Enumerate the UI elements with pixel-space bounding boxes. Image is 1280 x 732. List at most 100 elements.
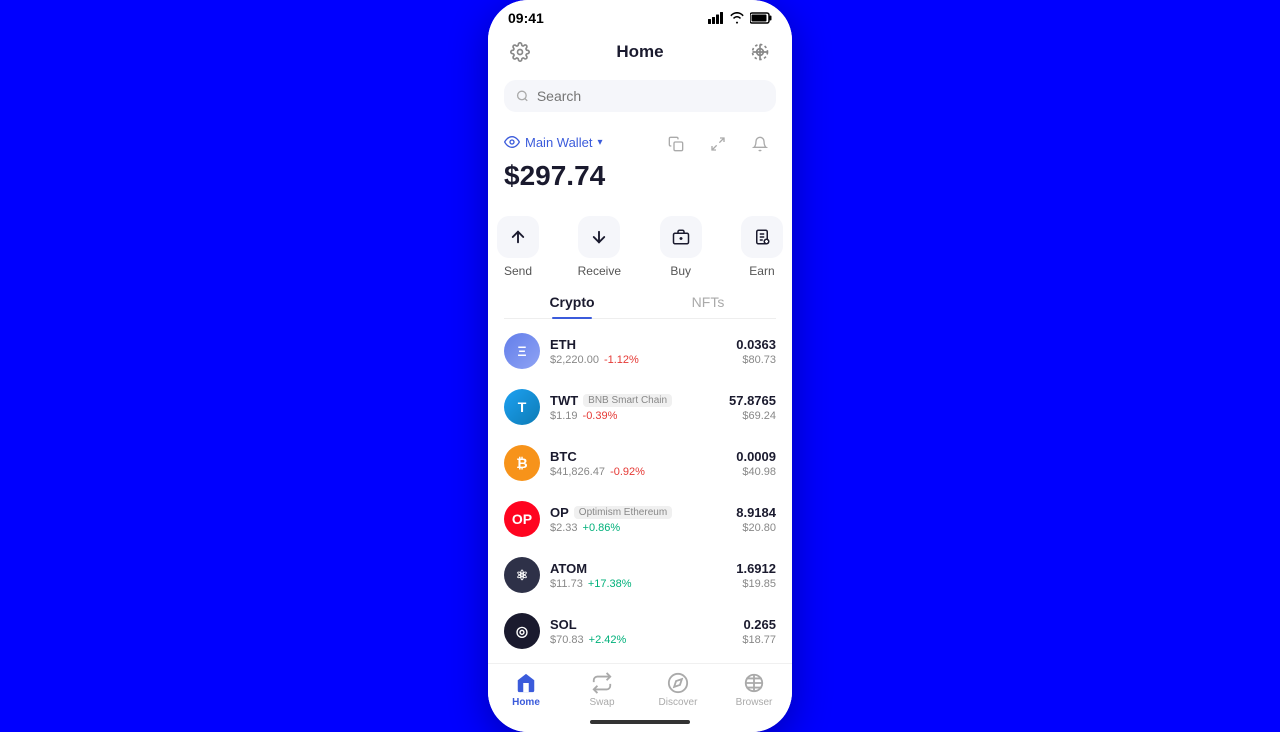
browser-icon — [743, 672, 765, 694]
crypto-chain: Optimism Ethereum — [574, 506, 672, 519]
crypto-name-row: OP Optimism Ethereum — [550, 505, 726, 520]
crypto-amount: 57.8765 — [729, 393, 776, 408]
wifi-icon — [729, 12, 745, 24]
home-bar — [590, 720, 690, 724]
earn-label: Earn — [749, 264, 774, 278]
expand-button[interactable] — [702, 128, 734, 160]
crypto-symbol: BTC — [550, 449, 577, 464]
crypto-amount: 1.6912 — [736, 561, 776, 576]
crypto-info: OP Optimism Ethereum $2.33 +0.86% — [550, 505, 726, 534]
crypto-name-row: BTC — [550, 449, 726, 464]
crypto-change: -0.92% — [610, 466, 645, 478]
search-input[interactable] — [537, 88, 764, 104]
crypto-logo: OP — [504, 501, 540, 537]
receive-icon-container — [578, 216, 620, 258]
phone-frame: 09:41 — [488, 0, 792, 732]
crypto-value: $69.24 — [729, 410, 776, 422]
crypto-change: +0.86% — [583, 522, 621, 534]
copy-icon — [668, 136, 684, 152]
bottom-nav: Home Swap Discover B — [488, 663, 792, 712]
link-button[interactable] — [744, 36, 776, 68]
wallet-actions: Send Receive Buy — [488, 212, 792, 286]
crypto-amount: 8.9184 — [736, 505, 776, 520]
crypto-name-row: SOL — [550, 617, 732, 632]
receive-button[interactable]: Receive — [569, 216, 629, 278]
crypto-amounts: 8.9184 $20.80 — [736, 505, 776, 534]
crypto-symbol: ETH — [550, 337, 576, 352]
expand-icon — [710, 136, 726, 152]
crypto-symbol: ATOM — [550, 561, 587, 576]
send-icon-container — [497, 216, 539, 258]
crypto-amounts: 0.0009 $40.98 — [736, 449, 776, 478]
status-time: 09:41 — [508, 10, 544, 26]
list-item[interactable]: ₿ BTC $41,826.47 -0.92% 0.0009 $40.98 — [488, 435, 792, 491]
list-item[interactable]: Ξ ETH $2,220.00 -1.12% 0.0363 $80.73 — [488, 323, 792, 379]
crypto-name-row: ETH — [550, 337, 726, 352]
crypto-logo: Ξ — [504, 333, 540, 369]
crypto-price-row: $11.73 +17.38% — [550, 578, 726, 590]
buy-button[interactable]: Buy — [651, 216, 711, 278]
crypto-price-row: $41,826.47 -0.92% — [550, 466, 726, 478]
wallet-name: Main Wallet — [525, 135, 592, 150]
crypto-amounts: 57.8765 $69.24 — [729, 393, 776, 422]
earn-icon-container — [741, 216, 783, 258]
nav-discover[interactable]: Discover — [648, 672, 708, 708]
wallet-chevron: ▾ — [597, 137, 602, 148]
header: Home — [488, 32, 792, 76]
list-item[interactable]: OP OP Optimism Ethereum $2.33 +0.86% 8.9… — [488, 491, 792, 547]
crypto-price: $2.33 — [550, 522, 578, 534]
page-title: Home — [616, 42, 663, 62]
crypto-price: $41,826.47 — [550, 466, 605, 478]
tab-nfts[interactable]: NFTs — [640, 286, 776, 318]
settings-button[interactable] — [504, 36, 536, 68]
home-icon — [515, 672, 537, 694]
nav-browser-label: Browser — [736, 697, 773, 708]
crypto-info: TWT BNB Smart Chain $1.19 -0.39% — [550, 393, 719, 422]
search-bar[interactable] — [504, 80, 776, 112]
wallet-label[interactable]: Main Wallet ▾ — [504, 134, 602, 150]
nav-browser[interactable]: Browser — [724, 672, 784, 708]
swap-icon — [591, 672, 613, 694]
receive-arrow-icon — [590, 228, 608, 246]
crypto-change: +17.38% — [588, 578, 632, 590]
crypto-price-row: $2,220.00 -1.12% — [550, 354, 726, 366]
send-arrow-icon — [509, 228, 527, 246]
buy-label: Buy — [670, 264, 691, 278]
earn-icon — [753, 228, 771, 246]
crypto-price-row: $1.19 -0.39% — [550, 410, 719, 422]
link-icon — [750, 42, 770, 62]
copy-button[interactable] — [660, 128, 692, 160]
crypto-change: -0.39% — [583, 410, 618, 422]
search-icon — [516, 89, 529, 103]
battery-icon — [750, 12, 772, 24]
gear-icon — [510, 42, 530, 62]
crypto-amounts: 1.6912 $19.85 — [736, 561, 776, 590]
nav-swap[interactable]: Swap — [572, 672, 632, 708]
crypto-info: BTC $41,826.47 -0.92% — [550, 449, 726, 478]
crypto-logo: ₿ — [504, 445, 540, 481]
bell-button[interactable] — [744, 128, 776, 160]
buy-icon-container — [660, 216, 702, 258]
receive-label: Receive — [578, 264, 621, 278]
tab-crypto[interactable]: Crypto — [504, 286, 640, 318]
bell-icon — [752, 136, 768, 152]
signal-icon — [708, 12, 724, 24]
earn-button[interactable]: Earn — [732, 216, 792, 278]
list-item[interactable]: ⚛ ATOM $11.73 +17.38% 1.6912 $19.85 — [488, 547, 792, 603]
send-button[interactable]: Send — [488, 216, 548, 278]
nav-home[interactable]: Home — [496, 672, 556, 708]
status-bar: 09:41 — [488, 0, 792, 32]
list-item[interactable]: T TWT BNB Smart Chain $1.19 -0.39% 57.87… — [488, 379, 792, 435]
crypto-value: $80.73 — [736, 354, 776, 366]
crypto-change: +2.42% — [589, 634, 627, 646]
eye-icon — [504, 134, 520, 150]
crypto-amount: 0.0009 — [736, 449, 776, 464]
crypto-price-row: $70.83 +2.42% — [550, 634, 732, 646]
crypto-chain: BNB Smart Chain — [583, 394, 672, 407]
crypto-amounts: 0.0363 $80.73 — [736, 337, 776, 366]
list-item[interactable]: ◎ SOL $70.83 +2.42% 0.265 $18.77 — [488, 603, 792, 659]
crypto-info: ATOM $11.73 +17.38% — [550, 561, 726, 590]
home-indicator — [488, 712, 792, 732]
wallet-section: Main Wallet ▾ — [488, 124, 792, 212]
crypto-value: $19.85 — [736, 578, 776, 590]
